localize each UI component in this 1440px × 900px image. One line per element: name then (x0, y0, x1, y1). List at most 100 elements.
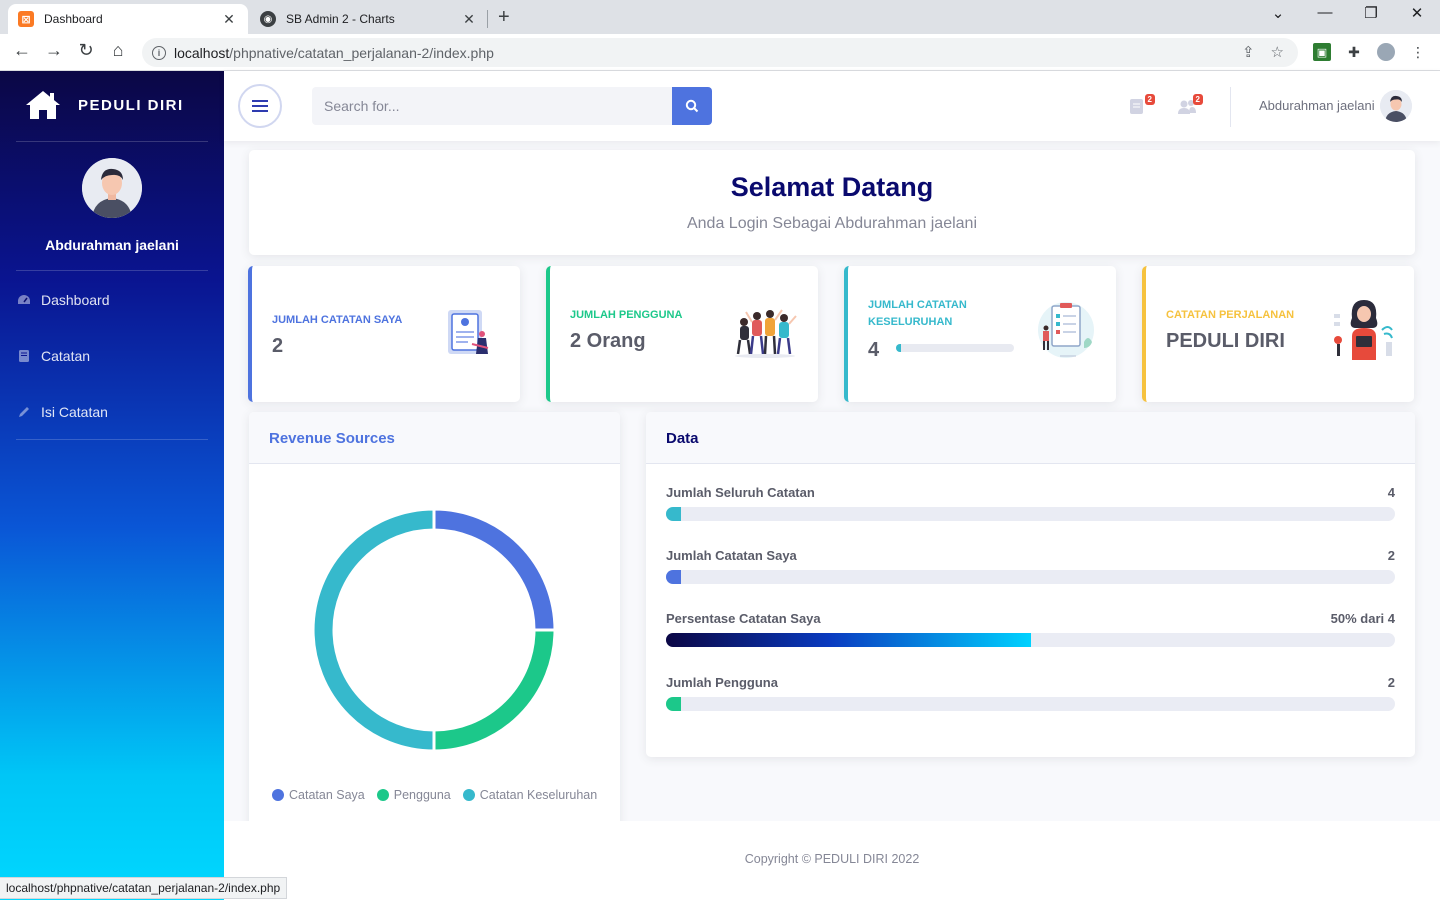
stat-card-pengguna: Jumlah Pengguna 2 Orang (546, 266, 818, 402)
tab-close-icon[interactable]: ✕ (460, 11, 478, 28)
url-field[interactable]: i localhost/phpnative/catatan_perjalanan… (142, 38, 1298, 67)
data-row-label: Jumlah Seluruh Catatan (666, 485, 815, 500)
welcome-title: Selamat Datang (730, 172, 934, 202)
data-row-label: Jumlah Pengguna (666, 675, 778, 690)
stat-card-catatan-saya: Jumlah Catatan Saya 2 (248, 266, 520, 402)
topbar-divider (1230, 87, 1231, 127)
revenue-sources-card: Revenue Sources Catatan Saya Pengguna Ca… (249, 412, 620, 832)
stat-card-catatan-keseluruhan: Jumlah Catatan Keseluruhan 4 (844, 266, 1116, 402)
data-row-progress-bar (666, 697, 1395, 711)
profile-avatar-icon[interactable] (1377, 43, 1395, 61)
sidebar-user-name: Abdurahman jaelani (45, 237, 179, 253)
tab-title: SB Admin 2 - Charts (286, 12, 395, 26)
topbar-user-name[interactable]: Abdurahman jaelani (1259, 98, 1375, 113)
data-row-seluruh-catatan: Jumlah Seluruh Catatan 4 (666, 485, 1395, 521)
sidebar-item-label: Isi Catatan (41, 404, 108, 420)
new-tab-icon[interactable]: + (498, 6, 510, 29)
kebab-menu-icon[interactable]: ⋮ (1409, 43, 1427, 61)
data-row-pengguna: Jumlah Pengguna 2 (666, 675, 1395, 711)
browser-status-url: localhost/phpnative/catatan_perjalanan-2… (0, 877, 288, 899)
minimize-icon[interactable]: — (1302, 4, 1348, 21)
stat-label: Jumlah Catatan Keseluruhan (868, 299, 967, 328)
group-people-illustration-icon (730, 300, 800, 370)
url-path: /phpnative/catatan_perjalanan-2/index.ph… (229, 44, 494, 61)
stat-label: Jumlah Pengguna (570, 309, 683, 321)
home-icon[interactable]: ⌂ (106, 40, 130, 61)
legend-item-catatan-saya[interactable]: Catatan Saya (272, 788, 365, 802)
sidebar-item-label: Dashboard (41, 292, 110, 308)
data-row-progress-bar (666, 633, 1395, 647)
extensions-puzzle-icon[interactable]: ✚ (1345, 43, 1363, 61)
tab-close-icon[interactable]: ✕ (220, 11, 238, 28)
restore-icon[interactable]: ❐ (1348, 4, 1394, 22)
legend-label: Pengguna (393, 788, 451, 802)
reload-icon[interactable]: ↻ (74, 40, 98, 61)
legend-dot (462, 789, 475, 801)
donut-slice-catatan-saya[interactable] (432, 507, 557, 632)
data-row-progress-fill (666, 507, 681, 521)
stat-label: Jumlah Catatan Saya (272, 314, 403, 326)
brand-link[interactable]: PEDULI DIRI (24, 89, 184, 121)
forward-arrow-icon[interactable]: → (42, 40, 66, 61)
stat-value: PEDULI DIRI (1166, 330, 1285, 352)
browser-tab-dashboard[interactable]: ⊠ Dashboard ✕ (8, 4, 248, 34)
sidebar: PEDULI DIRI Abdurahman jaelani Dashboard… (0, 71, 224, 900)
topbar-avatar[interactable] (1380, 90, 1412, 122)
topbar: 2 2 Abdurahman jaelani (224, 71, 1440, 141)
data-row-value: 4 (1387, 485, 1395, 500)
welcome-card: Selamat Datang Anda Login Sebagai Abdura… (249, 150, 1415, 255)
revenue-card-title: Revenue Sources (249, 412, 620, 464)
notes-alert-button[interactable]: 2 (1129, 94, 1155, 115)
sidebar-divider (16, 270, 208, 271)
sidebar-item-isi-catatan[interactable]: Isi Catatan (17, 402, 108, 422)
footer: Copyright © PEDULI DIRI 2022 (224, 821, 1440, 900)
pencil-icon (17, 405, 31, 419)
browser-tab-strip: ⊠ Dashboard ✕ ◉ SB Admin 2 - Charts ✕ + … (0, 0, 1440, 34)
data-card: Data Jumlah Seluruh Catatan 4 Jumlah Cat… (646, 412, 1415, 757)
sidebar-item-dashboard[interactable]: Dashboard (17, 290, 110, 310)
tab-title: Dashboard (44, 12, 103, 26)
legend-label: Catatan Saya (289, 788, 365, 802)
site-info-icon[interactable]: i (152, 45, 166, 60)
notes-icon (1130, 99, 1143, 114)
url-host: localhost (174, 44, 230, 61)
stat-value: 2 (272, 335, 284, 357)
chart-legend: Catatan Saya Pengguna Catatan Keseluruha… (272, 788, 597, 802)
browser-tab-charts[interactable]: ◉ SB Admin 2 - Charts ✕ (250, 4, 488, 34)
back-arrow-icon[interactable]: ← (10, 40, 34, 61)
sidebar-divider (16, 439, 208, 440)
donut-chart (311, 507, 557, 753)
woman-reading-illustration-icon (1328, 294, 1398, 364)
sidebar-toggle-button[interactable] (238, 84, 282, 128)
data-row-label: Jumlah Catatan Saya (666, 548, 797, 563)
hamburger-icon (252, 100, 268, 112)
tab-search-icon[interactable]: ⌄ (1255, 4, 1301, 22)
tachometer-icon (17, 293, 31, 307)
data-row-progress-fill (666, 633, 1031, 647)
search-input[interactable] (312, 87, 672, 125)
donut-slice-pengguna[interactable] (432, 628, 557, 753)
stat-card-catatan-perjalanan: Catatan Perjalanan PEDULI DIRI (1142, 266, 1414, 402)
stat-progress-bar (896, 344, 1014, 352)
window-close-icon[interactable]: ✕ (1394, 4, 1440, 22)
data-row-catatan-saya: Jumlah Catatan Saya 2 (666, 548, 1395, 584)
sidebar-item-label: Catatan (41, 348, 91, 364)
legend-dot (376, 789, 389, 801)
book-icon (17, 349, 31, 363)
stat-progress-fill (896, 344, 901, 352)
legend-dot (272, 789, 284, 801)
share-icon[interactable]: ⇪ (1242, 43, 1255, 61)
bookmark-star-icon[interactable]: ☆ (1271, 43, 1284, 61)
data-row-progress-fill (666, 697, 681, 711)
extension-icon[interactable]: ▣ (1313, 43, 1331, 61)
sidebar-item-catatan[interactable]: Catatan (17, 346, 90, 366)
legend-item-pengguna[interactable]: Pengguna (376, 788, 451, 802)
clipboard-person-illustration-icon (438, 304, 508, 374)
welcome-subtitle: Anda Login Sebagai Abdurahman jaelani (686, 215, 977, 232)
data-row-progress-bar (666, 507, 1395, 521)
users-alert-button[interactable]: 2 (1177, 94, 1203, 115)
search-button[interactable] (672, 87, 712, 125)
legend-item-catatan-keseluruhan[interactable]: Catatan Keseluruhan (462, 788, 597, 802)
donut-slice-catatan-keseluruhan[interactable] (311, 507, 436, 753)
users-count-badge: 2 (1192, 94, 1203, 105)
